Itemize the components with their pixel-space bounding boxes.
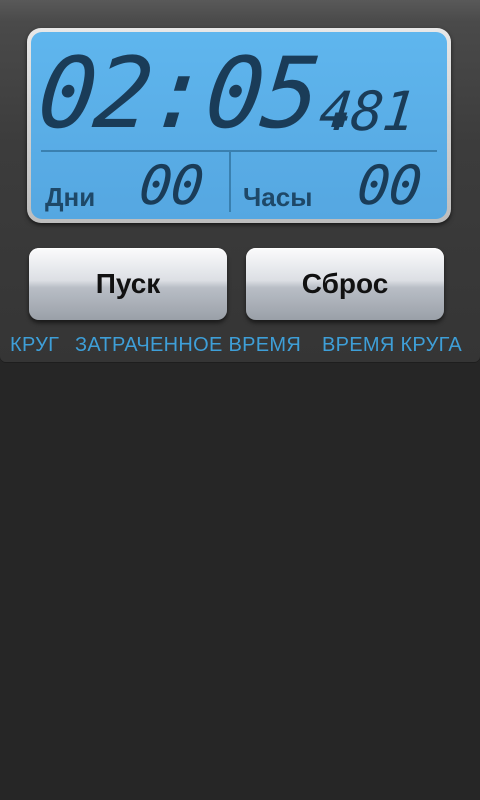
days-value: 00 <box>136 154 207 217</box>
lcd-display-frame: 02:05. 481 Дни 00 Часы 00 <box>27 28 451 223</box>
reset-button[interactable]: Сброс <box>246 248 444 320</box>
lcd-display: 02:05. 481 Дни 00 Часы 00 <box>31 32 447 219</box>
fraction-readout: 481 <box>316 80 418 143</box>
start-button[interactable]: Пуск <box>29 248 227 320</box>
empty-content-area <box>0 362 480 800</box>
lcd-divider-horizontal <box>41 150 437 152</box>
days-label: Дни <box>45 182 96 212</box>
lcd-divider-vertical <box>229 152 231 212</box>
tab-lap[interactable]: КРУГ <box>10 334 59 357</box>
hours-label: Часы <box>243 182 313 212</box>
stopwatch-panel: 02:05. 481 Дни 00 Часы 00 Пуск Сброс КРУ… <box>0 0 480 362</box>
tab-elapsed-time[interactable]: ЗАТРАЧЕННОЕ ВРЕМЯ <box>75 334 301 357</box>
hours-value: 00 <box>354 154 425 217</box>
tab-lap-time[interactable]: ВРЕМЯ КРУГА <box>322 334 462 357</box>
